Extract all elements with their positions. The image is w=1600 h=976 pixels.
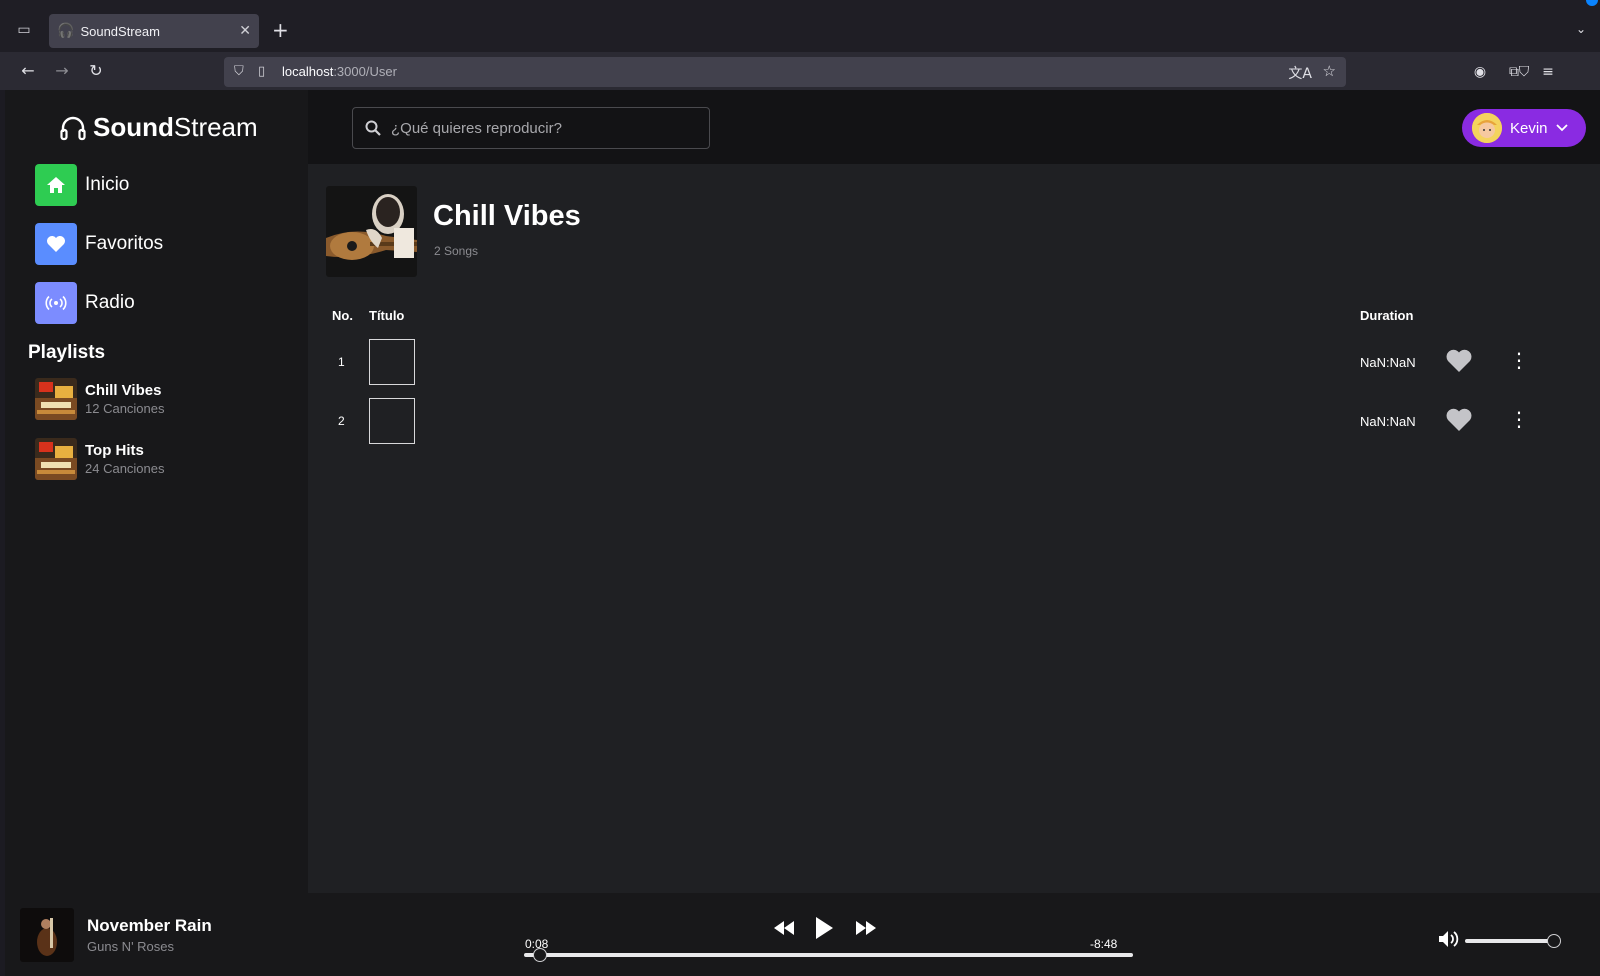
tab-soundstream[interactable]: 🎧 SoundStream ✕ <box>49 14 259 48</box>
more-options-icon[interactable]: ⋮ <box>1509 404 1529 434</box>
url-text[interactable]: localhost:3000/User <box>282 64 397 79</box>
translate-icon[interactable]: 文A <box>1288 63 1312 83</box>
now-playing-title: November Rain <box>87 916 212 935</box>
sidebar-playlist-chill-vibes[interactable]: Chill Vibes 12 Canciones <box>35 378 165 420</box>
shield-icon[interactable]: ⛉ <box>234 64 244 79</box>
user-menu-button[interactable]: Kevin <box>1462 109 1586 147</box>
sidebar-playlist-top-hits[interactable]: Top Hits 24 Canciones <box>35 438 165 480</box>
close-tab-icon[interactable]: ✕ <box>239 23 251 39</box>
volume-slider[interactable] <box>1465 934 1561 948</box>
playlist-title: Chill Vibes <box>433 200 581 232</box>
browser-window: ▭ 🎧 SoundStream ✕ + ⌄ ← → ↻ ⛉ ▯ localhos… <box>0 0 1600 976</box>
tab-title: SoundStream <box>80 23 160 39</box>
back-arrow-icon[interactable]: ← <box>16 60 40 82</box>
column-header-title: Título <box>369 308 405 323</box>
now-playing-artist: Guns N' Roses <box>87 939 175 954</box>
column-header-duration: Duration <box>1360 308 1414 323</box>
playlist-thumbnail <box>35 438 77 480</box>
address-bar[interactable]: ⛉ ▯ localhost:3000/User 文A ☆ <box>224 57 1346 87</box>
playlists-heading: Playlists <box>28 342 106 363</box>
player-bar: November Rain Guns N' Roses 0:08 -8:48 <box>5 893 1600 976</box>
playlist-cover <box>326 186 417 277</box>
radio-icon <box>35 282 77 324</box>
progress-thumb[interactable] <box>533 948 548 962</box>
track-cover <box>369 398 415 444</box>
headphones-icon <box>60 116 86 140</box>
app-logo[interactable]: Sound Stream <box>59 112 258 143</box>
play-icon <box>816 917 833 939</box>
playlist-count: 12 Canciones <box>85 401 165 416</box>
heart-icon[interactable] <box>1445 406 1473 434</box>
heart-icon <box>35 223 77 265</box>
forward-arrow-icon[interactable]: → <box>50 60 74 82</box>
table-row[interactable]: 1 NaN:NaN ⋮ <box>325 339 1575 389</box>
track-duration: NaN:NaN <box>1360 414 1416 429</box>
track-duration: NaN:NaN <box>1360 355 1416 370</box>
menu-icon[interactable]: ≡ <box>1536 60 1560 84</box>
volume-thumb[interactable] <box>1547 934 1561 948</box>
sidebar-item-inicio[interactable]: Inicio <box>35 164 129 206</box>
avatar <box>1472 113 1502 143</box>
home-icon <box>35 164 77 206</box>
sidebar-item-label: Inicio <box>85 174 130 195</box>
tab-bar: ▭ 🎧 SoundStream ✕ + ⌄ <box>0 0 1600 52</box>
playlist-name: Chill Vibes <box>85 382 162 399</box>
more-options-icon[interactable]: ⋮ <box>1509 345 1529 375</box>
user-name: Kevin <box>1510 119 1548 137</box>
new-tab-button[interactable]: + <box>272 20 289 40</box>
remaining-time: -8:48 <box>1090 937 1118 951</box>
now-playing-cover <box>20 908 74 962</box>
rewind-button[interactable] <box>769 914 799 942</box>
playlist-name: Top Hits <box>85 442 144 459</box>
bookmark-star-icon[interactable]: ☆ <box>1323 62 1336 80</box>
extensions-icon[interactable]: ⧉ <box>1502 60 1526 84</box>
table-row[interactable]: 2 NaN:NaN ⋮ <box>325 398 1575 448</box>
playlist-count: 24 Canciones <box>85 461 165 476</box>
track-number: 1 <box>338 355 345 369</box>
column-header-no: No. <box>332 308 353 323</box>
playlist-thumbnail <box>35 378 77 420</box>
fast-forward-icon <box>856 921 876 935</box>
tab-list-icon[interactable]: ▭ <box>14 20 34 40</box>
rewind-icon <box>774 921 794 935</box>
track-cover <box>369 339 415 385</box>
progress-slider[interactable] <box>524 948 1133 962</box>
sidebar-item-label: Radio <box>85 292 135 313</box>
track-number: 2 <box>338 414 345 428</box>
playlist-song-count: 2 Songs <box>434 244 479 258</box>
account-icon[interactable]: ◉ <box>1468 60 1492 84</box>
top-bar: Kevin <box>308 90 1600 164</box>
volume-icon[interactable] <box>1437 929 1459 949</box>
sidebar-item-label: Favoritos <box>85 233 164 254</box>
reload-icon[interactable]: ↻ <box>84 60 108 82</box>
headphones-icon: 🎧 <box>57 23 75 39</box>
app-root: Sound Stream Inicio Favoritos Radio Play… <box>5 90 1600 976</box>
sidebar-item-favoritos[interactable]: Favoritos <box>35 223 163 265</box>
sidebar-item-radio[interactable]: Radio <box>35 282 135 324</box>
chevron-down-icon <box>1555 124 1568 132</box>
search-input[interactable] <box>391 119 691 137</box>
chevron-down-icon[interactable]: ⌄ <box>1576 22 1586 36</box>
notification-dot <box>1586 0 1598 6</box>
search-icon <box>365 120 381 136</box>
heart-icon[interactable] <box>1445 347 1473 375</box>
fast-forward-button[interactable] <box>851 914 881 942</box>
search-box[interactable] <box>352 107 710 149</box>
page-icon: ▯ <box>258 64 266 79</box>
sidebar: Sound Stream Inicio Favoritos Radio Play… <box>5 90 308 893</box>
play-button[interactable] <box>809 914 839 942</box>
